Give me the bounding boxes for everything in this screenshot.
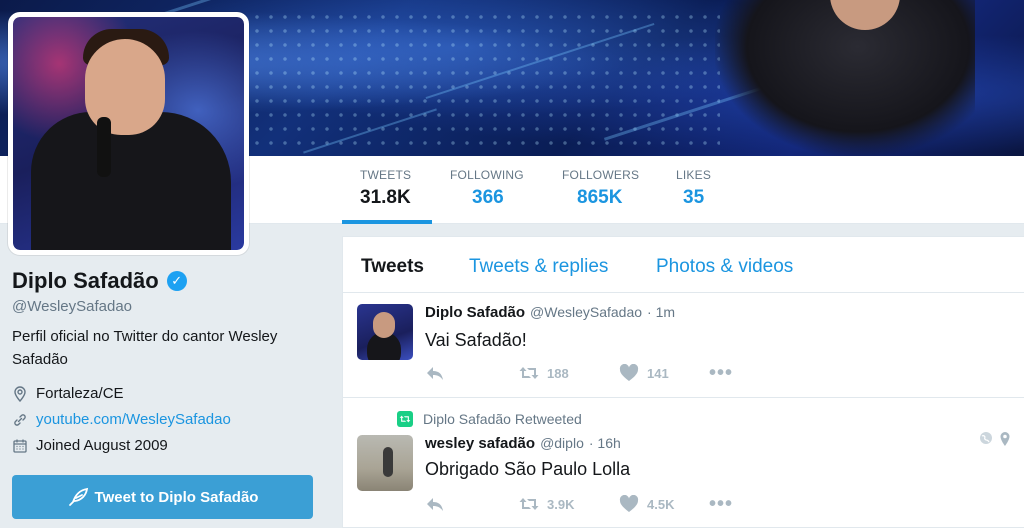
like-button[interactable]: 141	[619, 364, 709, 382]
tweet-author-handle[interactable]: @WesleySafadao	[530, 304, 642, 320]
stat-tweets[interactable]: TWEETS 31.8K	[342, 168, 432, 224]
profile-bio: Perfil oficial no Twitter do cantor Wesl…	[12, 328, 278, 368]
more-options-icon[interactable]: •••	[709, 363, 733, 383]
retweet-button[interactable]: 188	[519, 364, 619, 382]
stat-followers-label: FOLLOWERS	[562, 168, 640, 182]
tab-tweets-replies[interactable]: Tweets & replies	[469, 256, 608, 278]
tweet-avatar[interactable]	[357, 304, 413, 360]
profile-joined-text: Joined August 2009	[36, 437, 168, 454]
retweet-icon	[519, 367, 539, 379]
calendar-icon	[13, 439, 27, 453]
profile-joined: Joined August 2009	[12, 437, 168, 454]
reply-button[interactable]	[425, 364, 519, 382]
profile-name-text: Diplo Safadão	[12, 268, 159, 293]
retweeted-icon	[397, 411, 413, 427]
stat-following[interactable]: FOLLOWING 366	[448, 168, 526, 224]
timeline: Tweets Tweets & replies Photos & videos …	[342, 236, 1024, 528]
tweet-author-handle[interactable]: @diplo	[540, 435, 584, 451]
tweet-header: wesley safadão @diplo · 16h	[425, 435, 621, 452]
tweet-to-label: Tweet to Diplo Safadão	[94, 488, 259, 506]
stat-followers-value: 865K	[577, 187, 623, 208]
tweet-text: Vai Safadão!	[425, 330, 527, 350]
link-icon	[14, 413, 26, 426]
retweet-count: 188	[547, 365, 569, 381]
profile-location-text: Fortaleza/CE	[36, 385, 124, 402]
tweet-text: Obrigado São Paulo Lolla	[425, 459, 631, 479]
retweet-button[interactable]: 3.9K	[519, 495, 619, 513]
like-count: 4.5K	[647, 496, 675, 512]
reply-icon	[427, 367, 443, 380]
profile-url: youtube.com/WesleySafadao	[12, 411, 231, 428]
tweet[interactable]: Diplo Safadão Retweeted wesley safadão @…	[343, 399, 1024, 528]
stat-likes[interactable]: LIKES 35	[674, 168, 713, 224]
quill-icon	[68, 487, 88, 506]
like-count: 141	[647, 365, 669, 381]
stat-likes-value: 35	[683, 187, 705, 208]
stat-following-value: 366	[472, 187, 504, 208]
retweet-icon	[519, 498, 539, 510]
reply-button[interactable]	[425, 495, 519, 513]
tweet-timestamp[interactable]: · 16h	[589, 435, 621, 451]
stat-likes-label: LIKES	[676, 168, 712, 182]
retweet-count: 3.9K	[547, 496, 575, 512]
verified-badge-icon: ✓	[166, 271, 187, 291]
stat-tweets-value: 31.8K	[360, 187, 411, 208]
more-options-icon[interactable]: •••	[709, 494, 733, 514]
retweet-context-text[interactable]: Diplo Safadão Retweeted	[423, 411, 582, 427]
stat-following-label: FOLLOWING	[450, 168, 524, 182]
tab-tweets[interactable]: Tweets	[361, 256, 424, 278]
tweet-timestamp[interactable]: · 1m	[647, 304, 675, 320]
tweet-to-button[interactable]: Tweet to Diplo Safadão	[12, 475, 313, 519]
tweet-actions: 188 141 •••	[425, 363, 733, 383]
like-button[interactable]: 4.5K	[619, 495, 709, 513]
stat-followers[interactable]: FOLLOWERS 865K	[560, 168, 641, 224]
tweet-actions: 3.9K 4.5K •••	[425, 494, 733, 514]
globe-icon	[980, 432, 992, 444]
profile-url-link[interactable]: youtube.com/WesleySafadao	[36, 411, 231, 428]
heart-icon	[619, 364, 639, 381]
profile-handle[interactable]: @WesleySafadao	[12, 298, 132, 315]
tweet-avatar[interactable]	[357, 435, 413, 491]
profile-avatar[interactable]	[8, 12, 249, 255]
tab-photos-videos[interactable]: Photos & videos	[656, 256, 793, 278]
profile-location: Fortaleza/CE	[12, 385, 124, 402]
tweet[interactable]: Diplo Safadão @WesleySafadao · 1m Vai Sa…	[343, 294, 1024, 398]
location-pin-icon	[14, 385, 26, 402]
timeline-tabs: Tweets Tweets & replies Photos & videos	[343, 237, 1024, 293]
tweet-author-name[interactable]: wesley safadão	[425, 435, 535, 452]
profile-name[interactable]: Diplo Safadão ✓	[12, 268, 187, 294]
tweet-header: Diplo Safadão @WesleySafadao · 1m	[425, 304, 675, 321]
location-pin-icon[interactable]	[999, 431, 1011, 447]
tweet-author-name[interactable]: Diplo Safadão	[425, 304, 525, 321]
reply-icon	[427, 498, 443, 511]
stat-tweets-label: TWEETS	[360, 168, 412, 182]
retweet-context: Diplo Safadão Retweeted	[397, 411, 582, 427]
tweet-geo	[979, 431, 1011, 447]
heart-icon	[619, 495, 639, 512]
